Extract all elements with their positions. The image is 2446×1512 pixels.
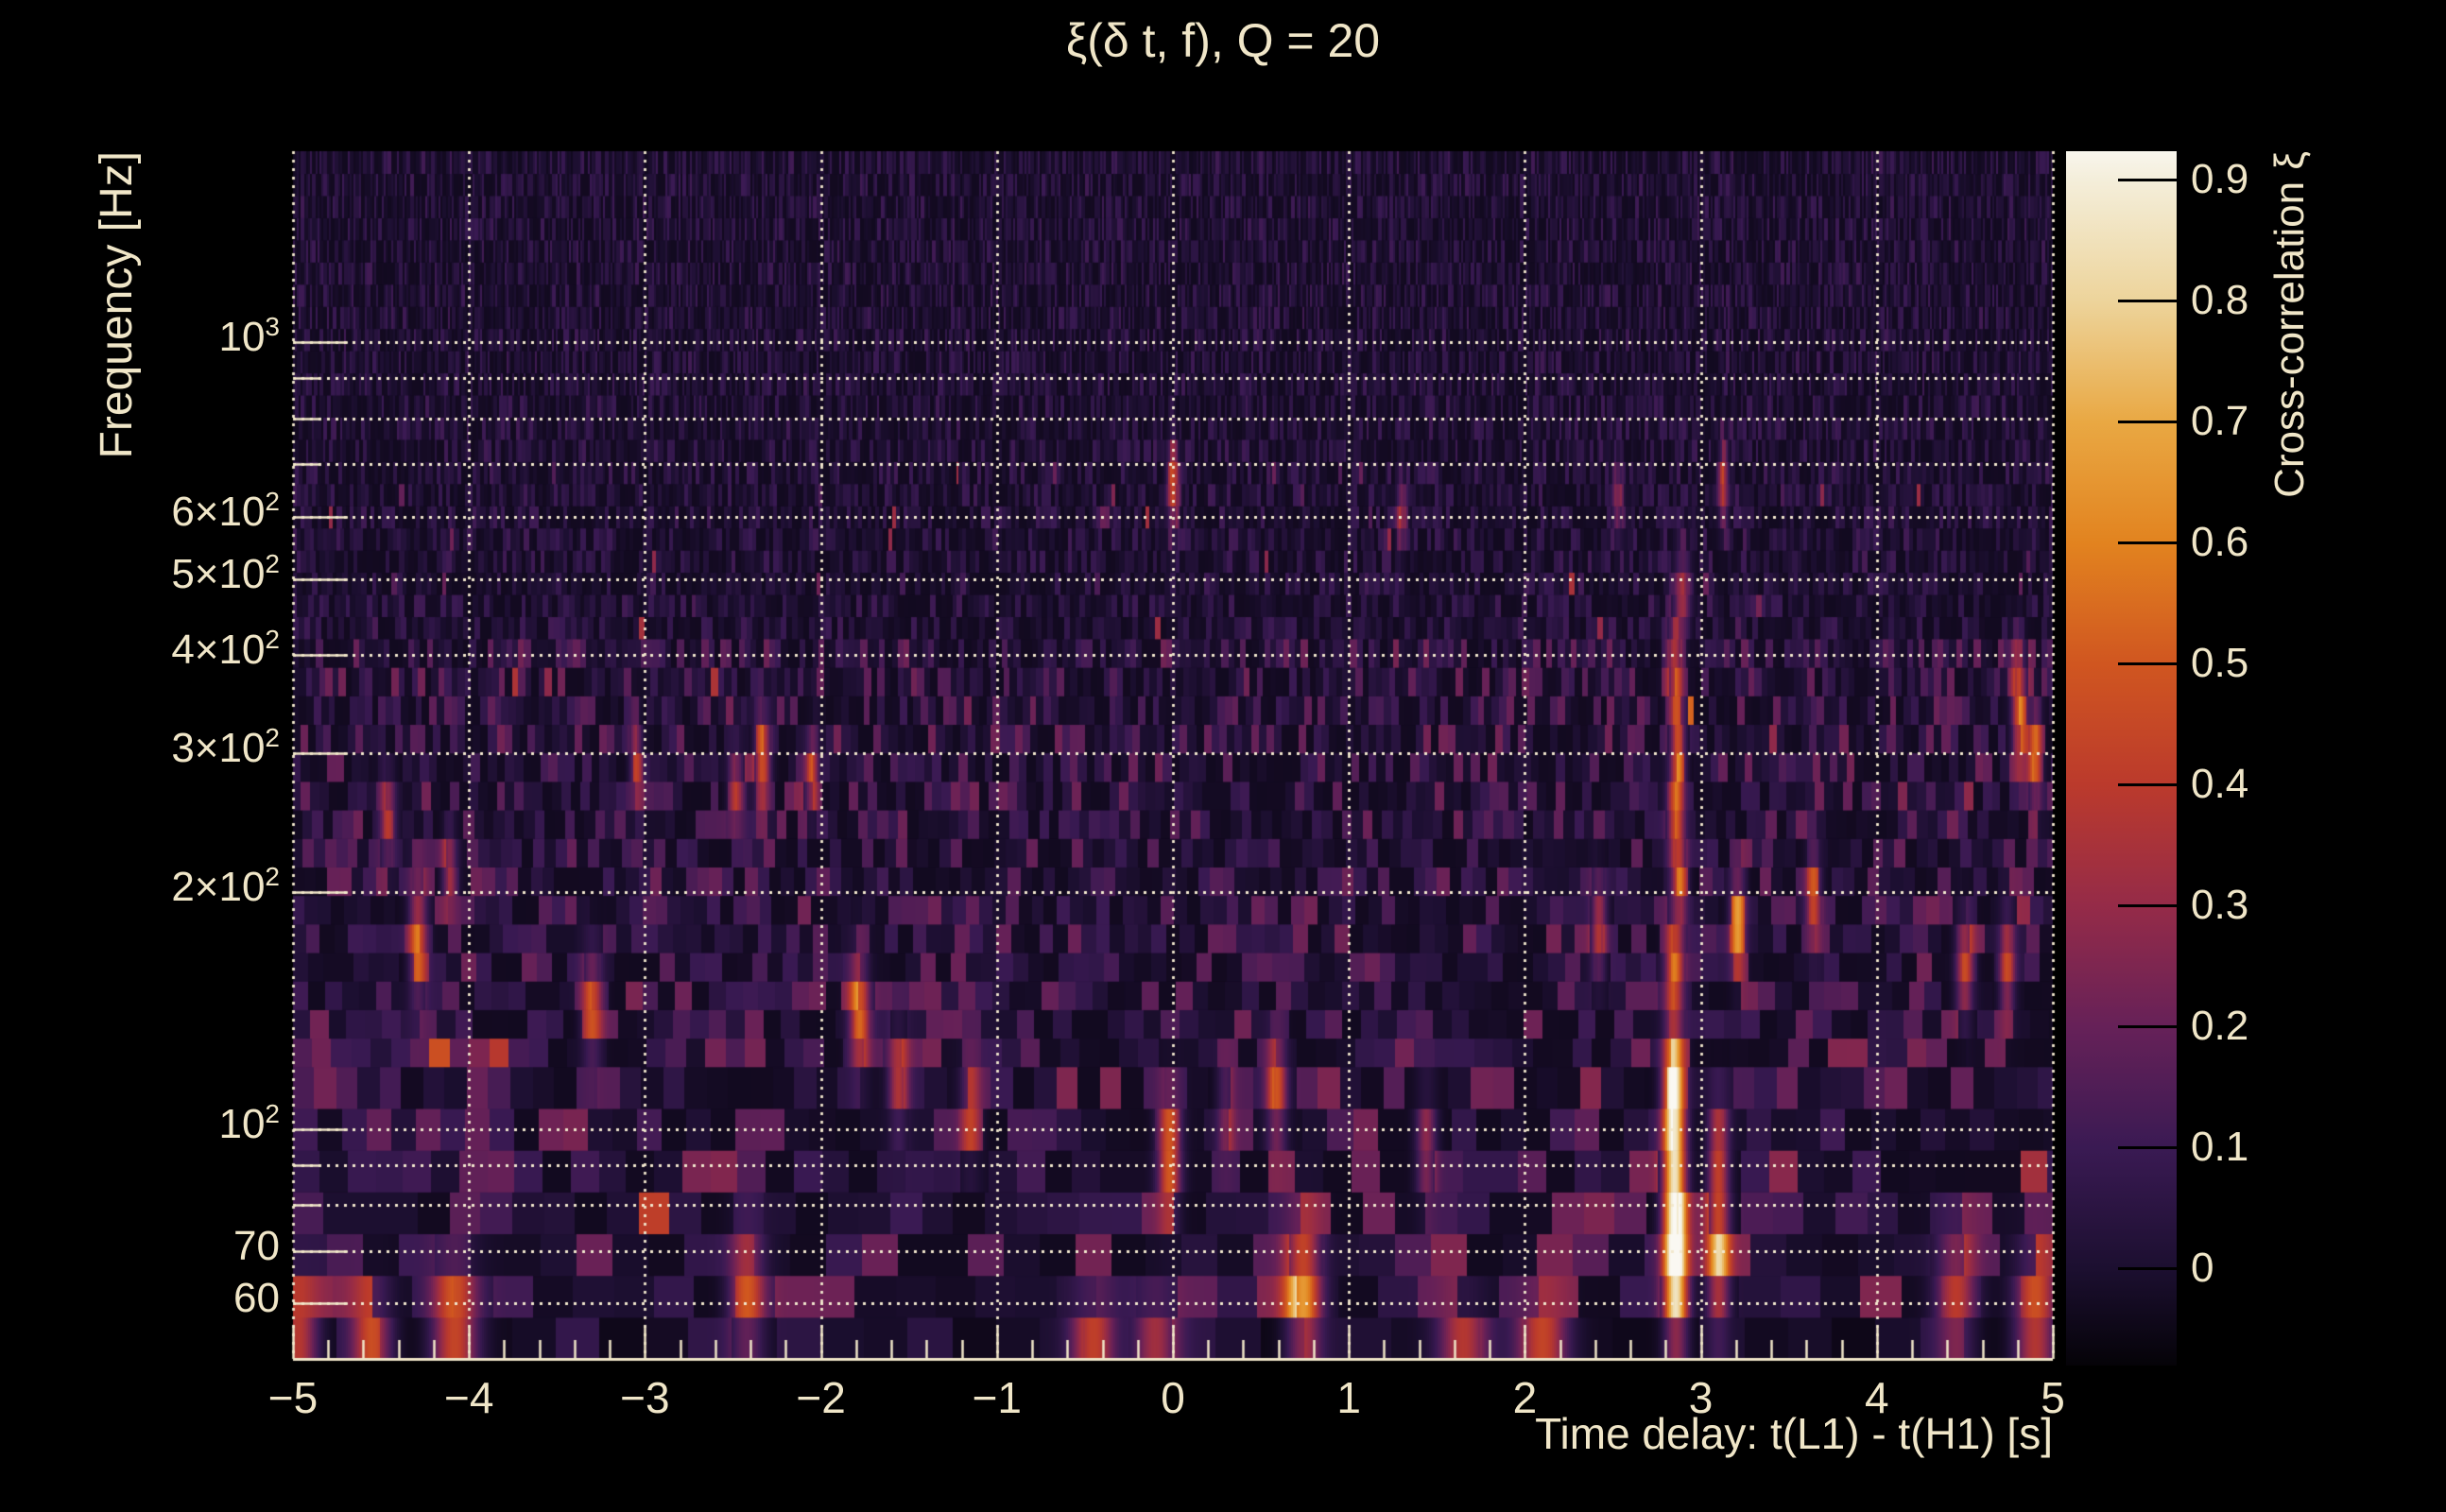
colorbar-tick-label: 0.8 (2191, 276, 2249, 323)
colorbar-tick-mark (2118, 541, 2177, 545)
colorbar-tick-mark (2118, 179, 2177, 182)
y-tick-label: 103 (218, 312, 280, 361)
colorbar-tick-mark (2118, 421, 2177, 424)
spectrogram-figure: { "title": "ξ(δ t, f), Q = 20", "colors"… (0, 0, 2446, 1512)
colorbar-tick-mark (2118, 783, 2177, 787)
x-tick-label: 2 (1512, 1373, 1538, 1422)
colorbar-tick-mark (2118, 1025, 2177, 1029)
x-tick-label: 5 (2041, 1373, 2065, 1422)
y-tick-label: 3×102 (171, 723, 280, 772)
colorbar-tick-mark (2118, 662, 2177, 666)
y-tick-label: 2×102 (171, 862, 280, 911)
colorbar-tick-label: 0.9 (2191, 155, 2249, 202)
colorbar-tick-label: 0 (2191, 1244, 2214, 1291)
y-tick-label: 6×102 (171, 486, 280, 535)
colorbar-tick-mark (2118, 904, 2177, 908)
y-tick-label: 102 (218, 1098, 280, 1147)
colorbar-tick-label: 0.1 (2191, 1123, 2249, 1170)
colorbar-title: Cross-correlation ξ (2266, 151, 2313, 498)
y-tick-label: 70 (233, 1222, 280, 1269)
page-title: ξ(δ t, f), Q = 20 (1065, 14, 1381, 67)
x-tick-label: −1 (972, 1373, 1023, 1422)
x-tick-label: 3 (1688, 1373, 1714, 1422)
colorbar-tick-mark (2118, 300, 2177, 303)
colorbar-tick-mark (2118, 1267, 2177, 1271)
y-tick-label: 5×102 (171, 548, 280, 597)
x-tick-label: 4 (1865, 1373, 1889, 1422)
x-axis-title: Time delay: t(L1) - t(H1) [s] (1535, 1409, 2053, 1458)
x-tick-label: −3 (620, 1373, 670, 1422)
x-tick-label: −4 (443, 1373, 494, 1422)
x-tick-label: 1 (1336, 1373, 1361, 1422)
x-tick-label: −2 (796, 1373, 846, 1422)
colorbar-tick-label: 0.7 (2191, 397, 2249, 444)
x-tick-label: 0 (1161, 1373, 1185, 1422)
colorbar (2066, 151, 2177, 1366)
y-tick-label: 4×102 (171, 625, 280, 674)
colorbar-tick-label: 0.5 (2191, 639, 2249, 686)
colorbar-tick-mark (2118, 1146, 2177, 1150)
colorbar-tick-label: 0.2 (2191, 1002, 2249, 1049)
colorbar-tick-label: 0.6 (2191, 518, 2249, 565)
colorbar-tick-label: 0.4 (2191, 760, 2249, 807)
y-tick-label: 60 (233, 1275, 280, 1322)
colorbar-tick-label: 0.3 (2191, 881, 2249, 928)
x-tick-label: −5 (267, 1373, 319, 1422)
